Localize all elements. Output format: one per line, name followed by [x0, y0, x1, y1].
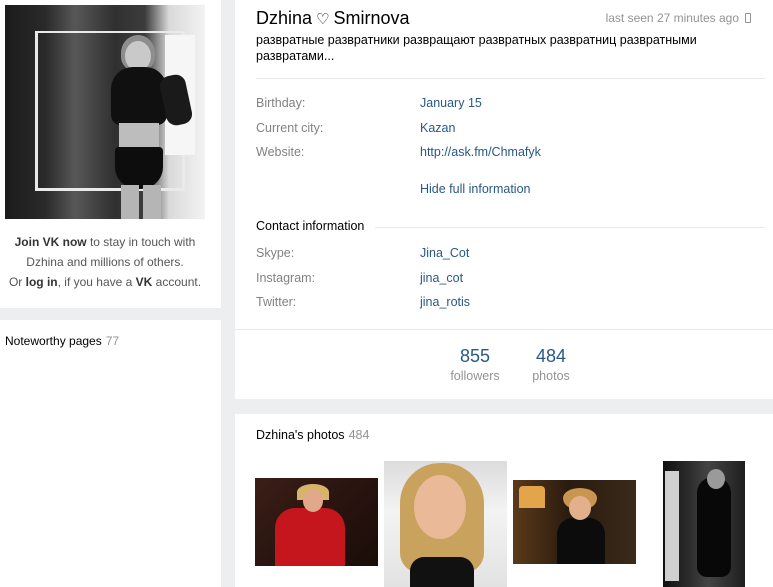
instagram-value-link[interactable]: jina_cot [420, 271, 463, 285]
photo-thumbnail[interactable] [663, 461, 745, 587]
photo-thumbnail[interactable] [513, 480, 636, 564]
join-text-3: account. [152, 275, 202, 289]
skype-label: Skype: [256, 246, 295, 260]
noteworthy-pages-card: Noteworthy pages 77 [0, 320, 221, 587]
photos-card: Dzhina's photos 484 [235, 414, 773, 587]
city-row: Current city: Kazan [256, 121, 756, 141]
page-title: Dzhina ♡ Smirnova [256, 8, 410, 29]
twitter-row: Twitter: jina_rotis [256, 295, 756, 315]
stats-divider [235, 329, 773, 330]
first-name: Dzhina [256, 8, 313, 28]
twitter-label: Twitter: [256, 295, 297, 309]
website-row: Website: http://ask.fm/Chmafyk [256, 145, 756, 165]
birthday-label: Birthday: [256, 96, 306, 110]
birthday-value-link[interactable]: January 15 [420, 96, 482, 110]
contact-divider [375, 227, 765, 228]
website-label: Website: [256, 145, 305, 159]
skype-row: Skype: Jina_Cot [256, 246, 756, 266]
mobile-phone-icon [745, 13, 751, 23]
heart-icon: ♡ [316, 11, 330, 28]
photos-header[interactable]: Dzhina's photos 484 [256, 428, 369, 442]
last-seen-text: last seen 27 minutes ago [605, 11, 739, 25]
join-or: Or [8, 275, 26, 289]
log-in-link[interactable]: log in [26, 275, 58, 289]
noteworthy-pages-label: Noteworthy pages [5, 334, 102, 348]
status-text: развратные развратники развращают развра… [256, 33, 697, 63]
join-text-2: , if you have a [57, 275, 136, 289]
photos-count: 484 [535, 346, 567, 366]
instagram-label: Instagram: [256, 271, 316, 285]
twitter-value-link[interactable]: jina_rotis [420, 295, 470, 309]
hide-full-information-link[interactable]: Hide full information [420, 182, 530, 196]
profile-avatar-photo[interactable] [5, 5, 205, 219]
noteworthy-pages-count: 77 [105, 334, 120, 348]
last-name: Smirnova [333, 8, 410, 28]
photo-thumbnail[interactable] [384, 461, 507, 587]
header-divider [256, 78, 765, 79]
city-value-link[interactable]: Kazan [420, 121, 455, 135]
noteworthy-pages-header[interactable]: Noteworthy pages 77 [5, 334, 119, 348]
join-vk-prompt: Join VK now to stay in touch with Dzhina… [5, 232, 205, 292]
followers-counter[interactable]: 855 followers [443, 346, 507, 386]
followers-label: followers [450, 369, 500, 383]
skype-value-link[interactable]: Jina_Cot [420, 246, 469, 260]
profile-avatar-card: Join VK now to stay in touch with Dzhina… [0, 0, 221, 308]
instagram-row: Instagram: jina_cot [256, 271, 756, 291]
photos-title: Dzhina's photos [256, 428, 345, 442]
photos-counter[interactable]: 484 photos [521, 346, 581, 386]
vk-brand: VK [135, 275, 153, 289]
photo-thumbnail[interactable] [255, 478, 378, 566]
photos-label: photos [532, 369, 570, 383]
followers-count: 855 [459, 346, 491, 366]
photos-title-count: 484 [348, 428, 370, 442]
profile-info-card: Dzhina ♡ Smirnova last seen 27 minutes ago… [235, 0, 773, 399]
join-vk-now-link[interactable]: Join VK now [15, 235, 87, 249]
birthday-row: Birthday: January 15 [256, 96, 756, 116]
last-seen-status: last seen 27 minutes ago [606, 11, 751, 25]
city-label: Current city: [256, 121, 324, 135]
website-value-link[interactable]: http://ask.fm/Chmafyk [420, 145, 541, 159]
contact-information-heading: Contact information [256, 219, 373, 233]
